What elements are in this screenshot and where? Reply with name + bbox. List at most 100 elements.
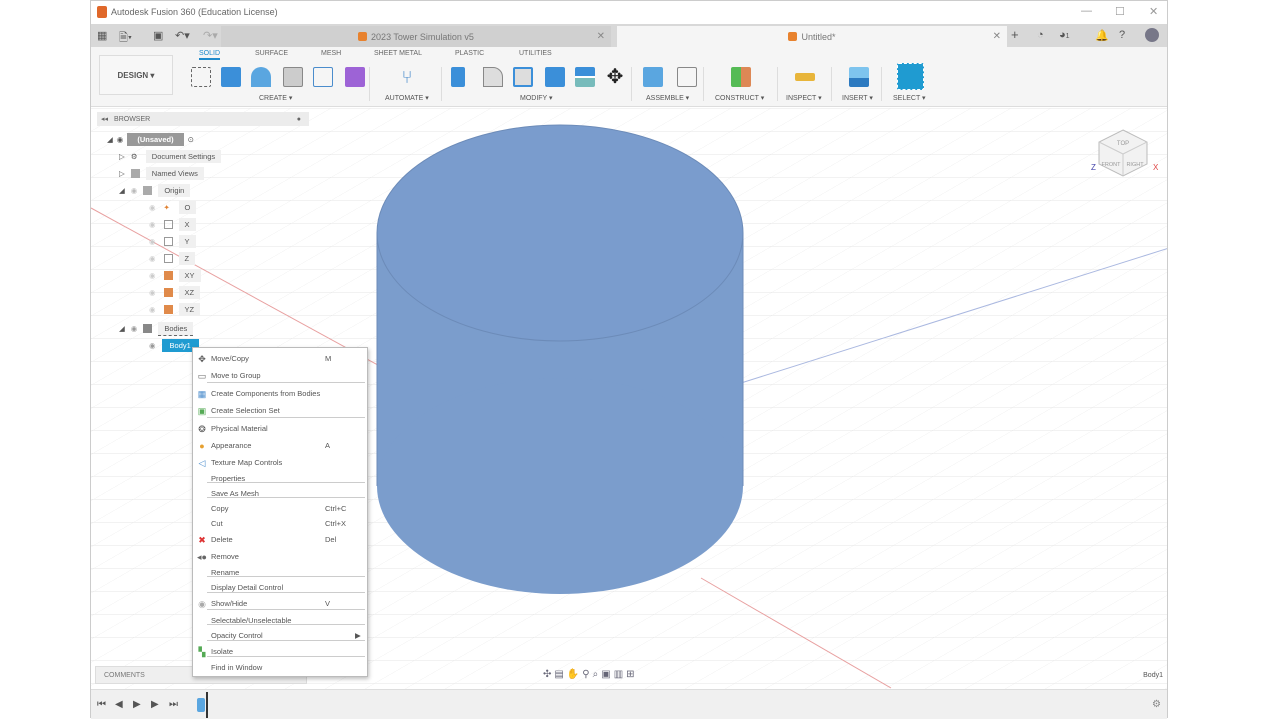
display-settings-icon[interactable]: ▣ <box>601 669 613 680</box>
tab-utilities[interactable]: UTILITIES <box>519 50 552 57</box>
tab-surface[interactable]: SURFACE <box>255 50 288 57</box>
help-icon[interactable]: ? <box>1119 29 1125 41</box>
modify-menu[interactable]: MODIFY ▾ <box>520 94 553 102</box>
activate-radio-icon[interactable]: ⊙ <box>188 135 194 144</box>
menu-item-display-detail-control[interactable]: Display Detail Control <box>193 580 367 595</box>
eye-icon[interactable]: ◉ <box>149 220 156 229</box>
menu-item-delete[interactable]: ✖ Delete Del <box>193 532 367 547</box>
viewcube-right-label[interactable]: RIGHT <box>1126 162 1144 168</box>
tree-item-document-settings[interactable]: ▷ ⚙ Document Settings <box>119 149 222 164</box>
menu-item-move-to-group[interactable]: ▭ Move to Group <box>193 368 367 383</box>
browser-pin-icon[interactable]: ● <box>297 116 301 123</box>
menu-item-cut[interactable]: Cut Ctrl+X <box>193 516 367 531</box>
zoom-icon[interactable]: ⚲ <box>582 669 592 680</box>
tree-root[interactable]: ◢ ◉ (Unsaved) ⊙ <box>107 132 194 147</box>
hole-icon[interactable] <box>283 67 303 87</box>
menu-item-create-selection-set[interactable]: ▣ Create Selection Set <box>193 403 367 418</box>
measure-icon[interactable] <box>795 73 815 81</box>
tab-tower-simulation[interactable]: 2023 Tower Simulation v5 ✕ <box>221 26 611 47</box>
eye-icon[interactable]: ◉ <box>131 324 138 333</box>
insert-menu[interactable]: INSERT ▾ <box>842 94 873 102</box>
inspect-menu[interactable]: INSPECT ▾ <box>786 94 822 102</box>
menu-item-copy[interactable]: Copy Ctrl+C <box>193 501 367 516</box>
eye-icon[interactable]: ◉ <box>149 288 156 297</box>
menu-item-find-in-window[interactable]: Find in Window <box>193 660 367 675</box>
eye-icon[interactable]: ◉ <box>149 341 156 350</box>
menu-item-rename[interactable]: Rename <box>193 565 367 580</box>
fit-icon[interactable]: ⌕ <box>593 669 602 680</box>
menu-item-properties[interactable]: Properties <box>193 471 367 486</box>
extrude-icon[interactable] <box>221 67 241 87</box>
viewports-icon[interactable]: ⊞ <box>626 669 637 680</box>
undo-icon[interactable]: ↶▾ <box>175 29 190 42</box>
minimize-button[interactable]: — <box>1081 5 1092 17</box>
menu-item-create-components-from-bodies[interactable]: ▦ Create Components from Bodies <box>193 386 367 401</box>
orbit-icon[interactable]: ✣ <box>543 669 554 680</box>
timeline-marker[interactable] <box>206 692 208 718</box>
tree-item-named-views[interactable]: ▷ Named Views <box>119 166 204 181</box>
tree-item-xz-plane[interactable]: ◉ XZ <box>149 285 201 300</box>
viewcube-front-label[interactable]: FRONT <box>1102 162 1122 168</box>
play-icon[interactable]: ▶ <box>133 699 141 710</box>
select-icon[interactable] <box>897 63 924 90</box>
menu-item-appearance[interactable]: ● Appearance A <box>193 438 367 453</box>
menu-item-move-copy[interactable]: ✥ Move/Copy M <box>193 351 367 366</box>
eye-icon[interactable]: ◉ <box>149 237 156 246</box>
tab-untitled[interactable]: Untitled* ✕ <box>617 26 1007 47</box>
menu-item-texture-map-controls[interactable]: ◁ Texture Map Controls <box>193 455 367 470</box>
timeline-settings-icon[interactable]: ⚙ <box>1152 699 1161 710</box>
job-status-icon[interactable]: ◕1 <box>1059 29 1070 41</box>
tree-item-y-axis[interactable]: ◉ Y <box>149 234 196 249</box>
revolve-icon[interactable] <box>251 67 271 87</box>
tab-solid[interactable]: SOLID <box>199 50 221 60</box>
menu-item-remove[interactable]: ◂● Remove <box>193 549 367 564</box>
go-to-end-icon[interactable]: ⏭ <box>169 699 178 710</box>
tab-plastic[interactable]: PLASTIC <box>455 50 484 57</box>
menu-item-physical-material[interactable]: ❂ Physical Material <box>193 421 367 436</box>
eye-icon[interactable]: ◉ <box>131 186 138 195</box>
look-at-icon[interactable]: ▤ <box>554 669 566 680</box>
form-icon[interactable] <box>345 67 365 87</box>
tree-item-z-axis[interactable]: ◉ Z <box>149 251 196 266</box>
menu-item-selectable-unselectable[interactable]: Selectable/Unselectable <box>193 613 367 628</box>
tree-item-xy-plane[interactable]: ◉ XY <box>149 268 201 283</box>
menu-item-isolate[interactable]: ▚ Isolate <box>193 644 367 659</box>
save-icon[interactable]: ▣ <box>153 29 163 42</box>
eye-icon[interactable]: ◉ <box>149 203 156 212</box>
eye-icon[interactable]: ◉ <box>149 271 156 280</box>
menu-item-opacity-control[interactable]: Opacity Control ▶ <box>193 628 367 643</box>
construct-menu[interactable]: CONSTRUCT ▾ <box>715 94 764 102</box>
tree-item-origin[interactable]: ◢ ◉ Origin <box>119 183 191 198</box>
eye-icon[interactable]: ◉ <box>149 305 156 314</box>
tab-mesh[interactable]: MESH <box>321 50 341 57</box>
select-menu[interactable]: SELECT ▾ <box>893 94 926 102</box>
shell-icon[interactable] <box>513 67 533 87</box>
eye-icon[interactable]: ◉ <box>149 254 156 263</box>
close-window-button[interactable]: ✕ <box>1149 5 1158 18</box>
pattern-icon[interactable] <box>313 67 333 87</box>
offset-plane-icon[interactable] <box>731 67 751 87</box>
collapse-browser-icon[interactable]: ◂◂ <box>101 115 108 123</box>
tree-item-yz-plane[interactable]: ◉ YZ <box>149 302 201 317</box>
apps-grid-icon[interactable]: ▦ <box>97 29 107 42</box>
close-tab-icon[interactable]: ✕ <box>993 31 1001 42</box>
automate-icon[interactable]: ⑂ <box>397 67 417 87</box>
pan-icon[interactable]: ✋ <box>567 669 582 680</box>
new-tab-button[interactable]: + <box>1011 27 1019 42</box>
avatar[interactable] <box>1145 28 1159 42</box>
file-menu-icon[interactable]: 🗎▾ <box>119 29 132 48</box>
close-tab-icon[interactable]: ✕ <box>597 31 605 42</box>
redo-icon[interactable]: ↷▾ <box>203 29 218 42</box>
split-body-icon[interactable] <box>575 67 595 87</box>
notifications-icon[interactable]: 🔔 <box>1095 29 1109 42</box>
automate-menu[interactable]: AUTOMATE ▾ <box>385 94 429 102</box>
menu-item-save-as-mesh[interactable]: Save As Mesh <box>193 486 367 501</box>
browser-panel-header[interactable]: ◂◂ BROWSER ● <box>97 112 309 126</box>
viewcube-top-label[interactable]: TOP <box>1117 141 1129 147</box>
new-component-icon[interactable] <box>643 67 663 87</box>
go-to-start-icon[interactable]: ⏮ <box>97 699 106 710</box>
move-icon[interactable]: ✥ <box>605 67 625 87</box>
tree-item-x-axis[interactable]: ◉ X <box>149 217 196 232</box>
insert-image-icon[interactable] <box>849 67 869 87</box>
menu-item-show-hide[interactable]: ◉ Show/Hide V <box>193 596 367 611</box>
